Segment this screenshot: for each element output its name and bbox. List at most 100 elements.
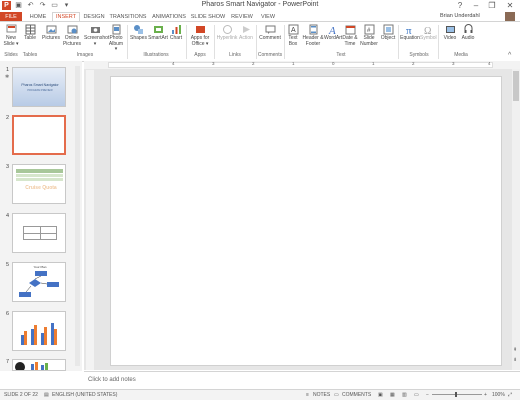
fit-to-window-icon[interactable]: ⤢ xyxy=(508,392,512,398)
ruler-tick: 4 xyxy=(172,61,175,66)
minimize-button[interactable]: – xyxy=(468,1,484,11)
group-label-tables: Tables xyxy=(22,52,38,58)
symbol-button[interactable]: Ω Symbol xyxy=(420,24,437,42)
equation-button[interactable]: π Equation xyxy=(400,24,420,42)
audio-icon xyxy=(464,24,472,33)
ruler-tick: 3 xyxy=(212,61,215,66)
calendar-icon xyxy=(345,25,355,35)
collapse-ribbon-icon[interactable]: ^ xyxy=(508,52,511,59)
slide-number: 4 xyxy=(6,213,10,219)
wordart-button[interactable]: A WordArt xyxy=(324,24,342,42)
smartart-button[interactable]: SmartArt xyxy=(148,24,168,42)
shapes-icon xyxy=(133,25,143,34)
video-button[interactable]: Video xyxy=(442,24,458,42)
shapes-button[interactable]: Shapes xyxy=(130,24,147,42)
wordart-icon: A xyxy=(328,25,336,35)
slide-number-button[interactable]: # Slide Number xyxy=(359,24,379,47)
group-separator xyxy=(398,25,399,59)
header-footer-button[interactable]: Header & Footer xyxy=(302,24,324,47)
slide-sorter-icon[interactable]: ▦ xyxy=(390,392,395,398)
group-separator xyxy=(284,25,285,59)
group-separator xyxy=(127,25,128,59)
date-time-button[interactable]: Date & Time xyxy=(342,24,358,47)
scrollbar-thumb[interactable] xyxy=(513,71,519,101)
object-button[interactable]: Object xyxy=(380,24,396,42)
photo-album-icon xyxy=(112,24,120,35)
apps-for-office-button[interactable]: Apps for Office ▾ xyxy=(188,24,212,47)
slideshow-view-icon[interactable]: ▭ xyxy=(414,392,419,398)
svg-text:A: A xyxy=(328,25,336,35)
slide-thumbnail-6[interactable] xyxy=(12,311,66,351)
group-label-illustrations: Illustrations xyxy=(143,52,169,58)
star-icon: ✱ xyxy=(5,74,10,80)
normal-view-icon[interactable]: ▣ xyxy=(378,392,383,398)
screenshot-button[interactable]: Screenshot ▾ xyxy=(84,24,109,47)
ruler-tick: 2 xyxy=(252,61,255,66)
thumbnail-subtitle: PROGRAM PREVIEW xyxy=(27,89,53,92)
ruler-tick: 3 xyxy=(452,61,455,66)
ruler-tick: 1 xyxy=(372,61,375,66)
slide-thumbnail-7[interactable] xyxy=(12,359,66,371)
screenshot-icon xyxy=(90,27,100,33)
text-box-button[interactable]: A Text Box xyxy=(286,24,300,47)
window-title: Pharos Smart Navigator - PowerPoint xyxy=(201,1,319,8)
notes-pane[interactable]: Click to add notes xyxy=(84,371,520,390)
comments-icon[interactable]: ▭ xyxy=(334,392,339,398)
omega-icon: Ω xyxy=(424,26,431,35)
svg-text:A: A xyxy=(291,27,296,34)
vertical-ruler xyxy=(86,70,94,370)
ruler-track xyxy=(108,62,493,68)
current-slide-canvas[interactable] xyxy=(110,76,502,366)
group-label-links: Links xyxy=(229,52,241,58)
close-button[interactable]: ✕ xyxy=(502,1,518,11)
group-label-symbols: Symbols xyxy=(409,52,429,58)
group-label-media: Media xyxy=(454,52,468,58)
group-label-comments: Comments xyxy=(257,52,283,58)
status-bar: SLIDE 2 OF 22 ▤ ENGLISH (UNITED STATES) … xyxy=(0,389,520,400)
slide-number-icon: # xyxy=(364,24,374,35)
thumbnails-scrollbar[interactable] xyxy=(75,66,80,366)
audio-button[interactable]: Audio xyxy=(460,24,476,42)
svg-text:π: π xyxy=(406,25,412,35)
help-button[interactable]: ? xyxy=(452,1,468,11)
slide-number: 1 xyxy=(6,67,10,73)
zoom-in-icon[interactable]: + xyxy=(484,392,487,398)
zoom-level[interactable]: 100% xyxy=(492,392,505,398)
zoom-slider[interactable] xyxy=(432,394,482,395)
notes-icon[interactable]: ≡ xyxy=(306,392,309,398)
next-slide-icon[interactable]: ⇟ xyxy=(513,357,517,363)
user-name[interactable]: Brian Underdahl xyxy=(440,13,480,19)
slide-thumbnail-2[interactable] xyxy=(12,115,66,155)
thumbnail-title: Pharos Smart Navigator xyxy=(21,83,59,87)
editor-scrollbar[interactable]: ⇞ ⇟ xyxy=(512,69,520,370)
slide-count: SLIDE 2 OF 22 xyxy=(4,392,38,398)
zoom-out-icon[interactable]: − xyxy=(426,392,429,398)
previous-slide-icon[interactable]: ⇞ xyxy=(513,347,517,353)
notes-toggle[interactable]: NOTES xyxy=(313,392,330,398)
thumbnail-title: Your Plan xyxy=(33,265,47,269)
photo-album-button[interactable]: Photo Album ▾ xyxy=(107,24,125,53)
slide-thumbnail-1[interactable]: Pharos Smart Navigator PROGRAM PREVIEW xyxy=(12,67,66,107)
apps-icon xyxy=(195,26,205,33)
smartart-icon xyxy=(153,26,163,33)
hyperlink-button[interactable]: Hyperlink xyxy=(216,24,238,42)
ruler-tick: 1 xyxy=(292,61,295,66)
pictures-button[interactable]: Pictures xyxy=(42,24,60,42)
slide-thumbnail-3[interactable]: Cruise Quota xyxy=(12,164,66,204)
comments-toggle[interactable]: COMMENTS xyxy=(342,392,371,398)
chart-button[interactable]: Chart xyxy=(169,24,183,42)
table-button[interactable]: Table xyxy=(22,24,38,42)
slide-number: 2 xyxy=(6,115,10,121)
online-pictures-button[interactable]: Online Pictures xyxy=(62,24,82,47)
restore-button[interactable]: ❐ xyxy=(484,1,500,11)
slide-thumbnail-5[interactable]: Your Plan xyxy=(12,262,66,302)
reading-view-icon[interactable]: ▥ xyxy=(402,392,407,398)
language-icon[interactable]: ▤ xyxy=(44,392,49,398)
language-indicator[interactable]: ENGLISH (UNITED STATES) xyxy=(52,392,117,398)
pictures-icon xyxy=(46,25,56,34)
zoom-slider-handle[interactable] xyxy=(455,392,457,397)
comment-button[interactable]: Comment xyxy=(258,24,282,42)
new-slide-button[interactable]: New Slide ▾ xyxy=(2,24,20,47)
slide-thumbnail-4[interactable] xyxy=(12,213,66,253)
action-button[interactable]: Action xyxy=(238,24,254,42)
